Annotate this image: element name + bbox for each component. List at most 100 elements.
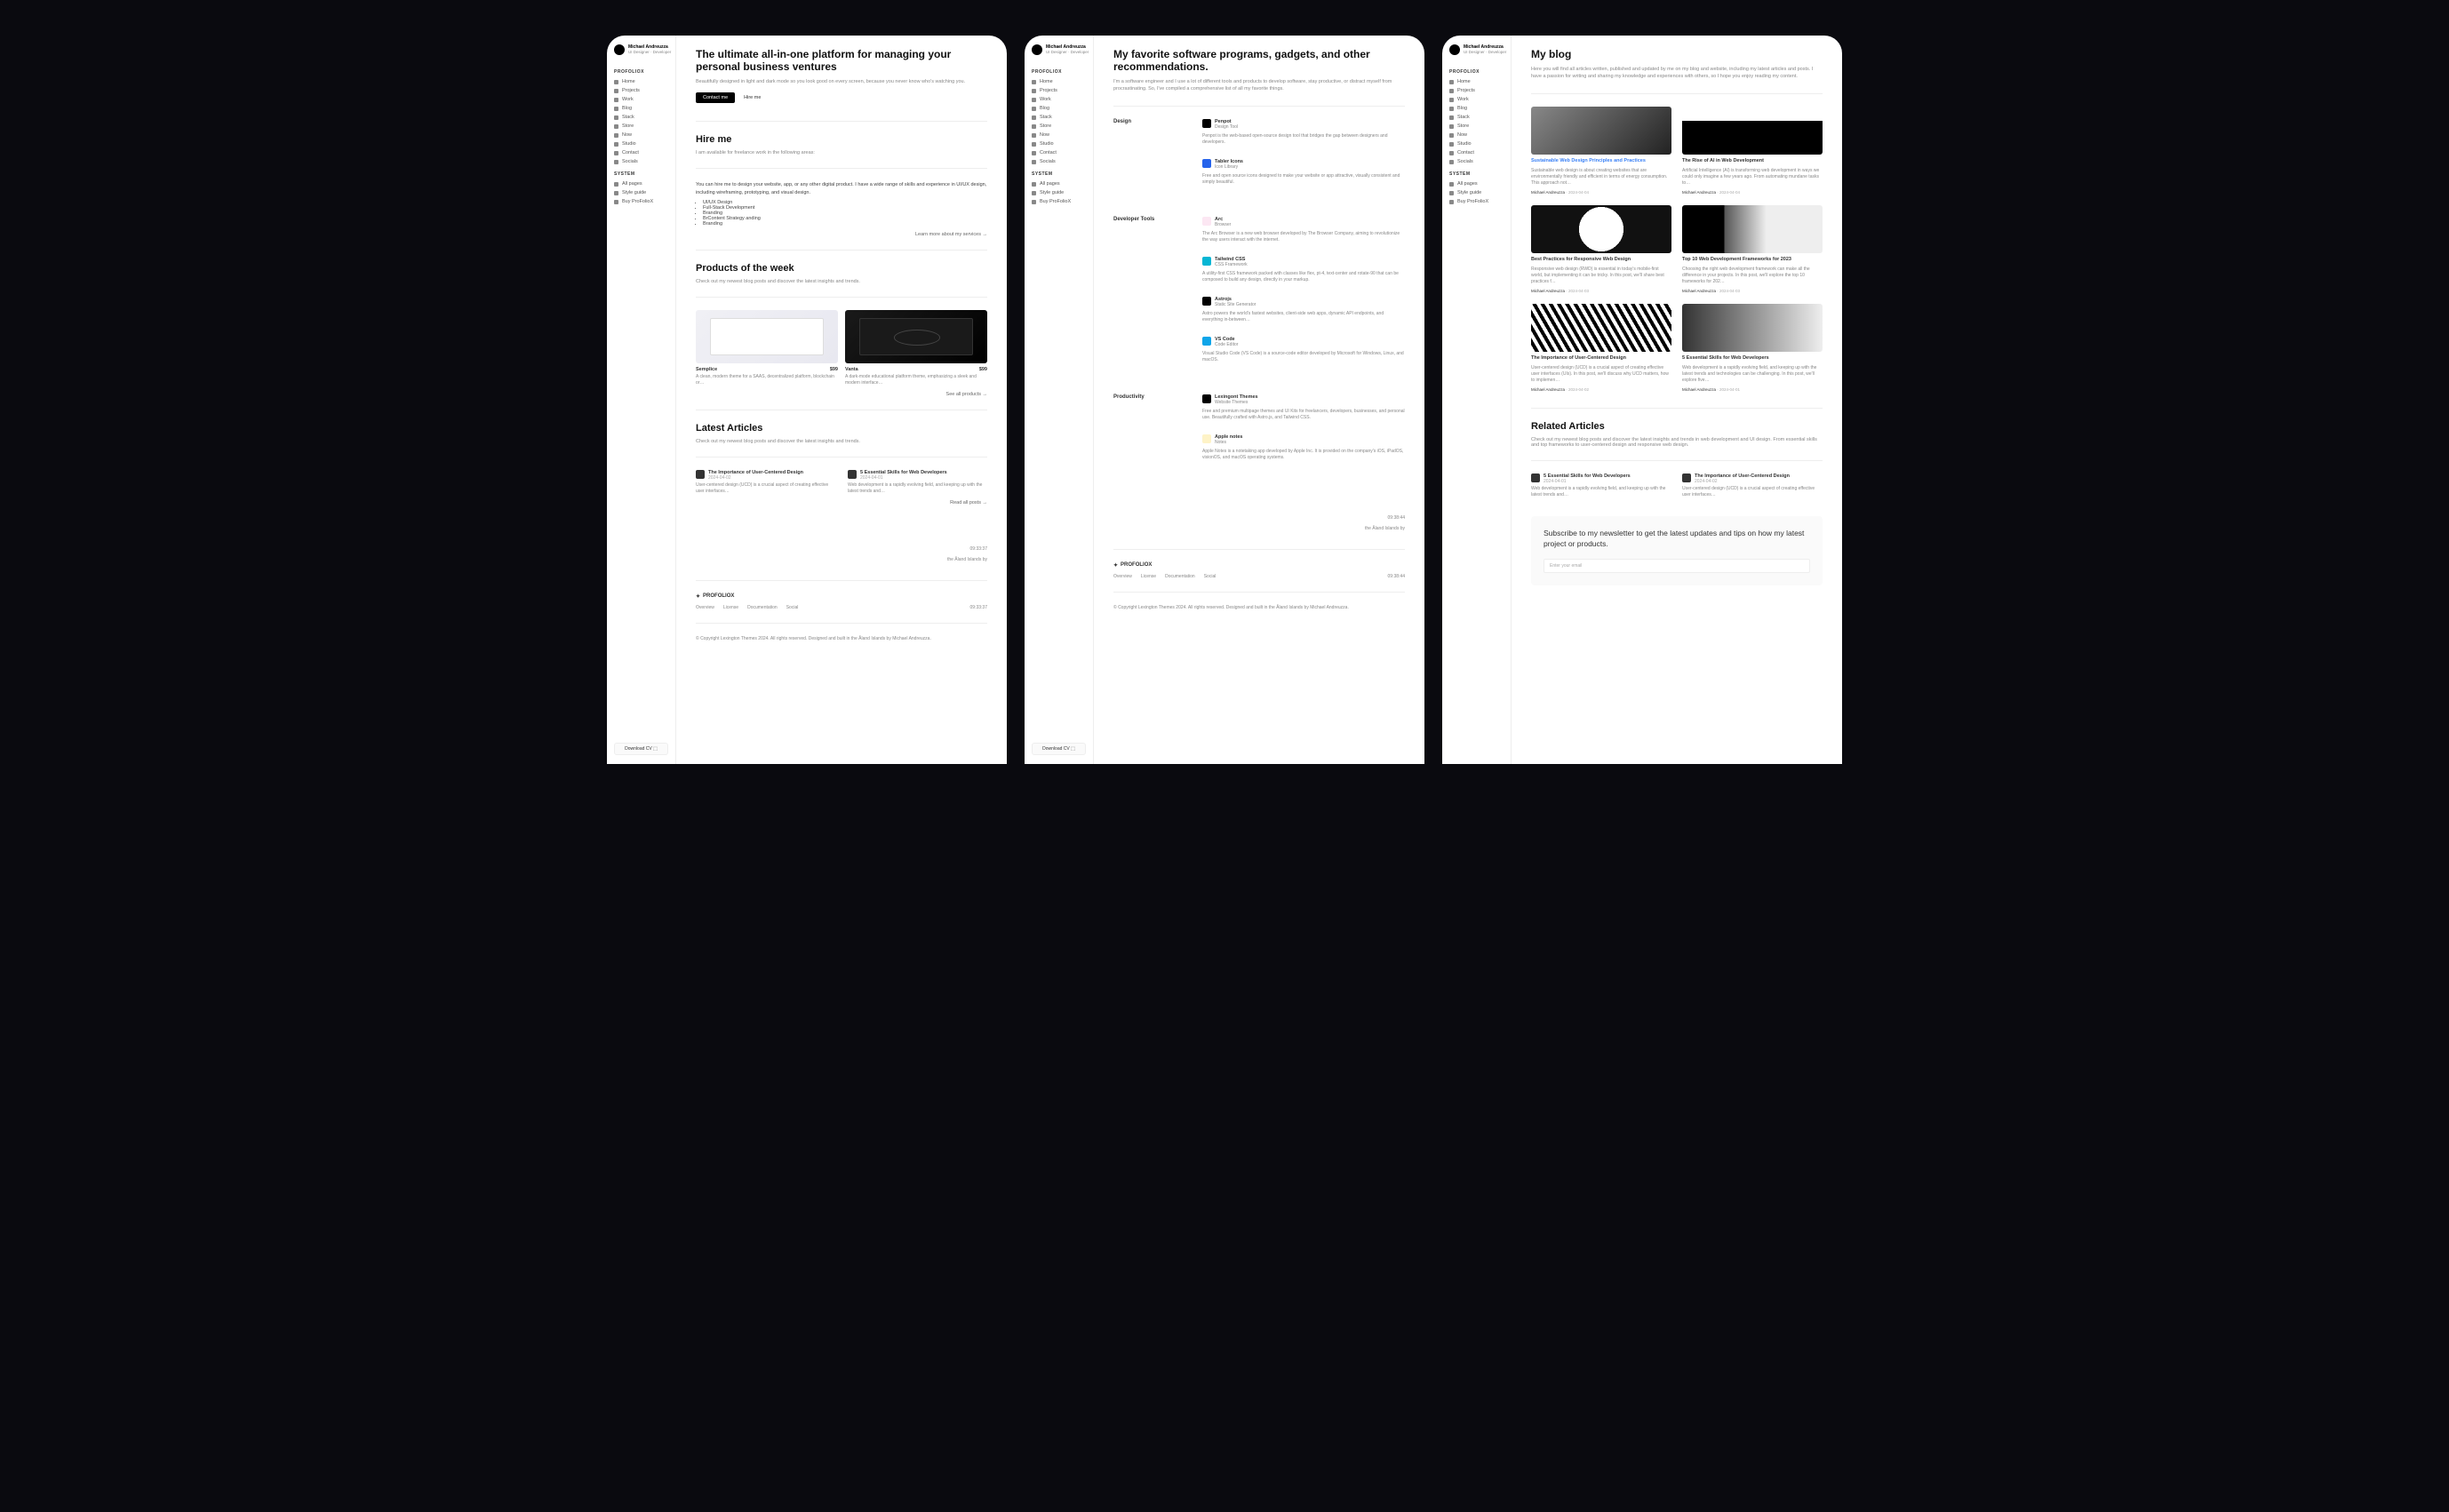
nav-item[interactable]: All pages [1032,179,1086,188]
nav-item[interactable]: All pages [1449,179,1504,188]
nav-item[interactable]: Stack [1032,113,1086,122]
nav-item[interactable]: Store [1449,122,1504,131]
nav-item[interactable]: Home [1449,77,1504,86]
nav-item[interactable]: Contact [1449,148,1504,157]
nav-item[interactable]: Contact [614,148,668,157]
nav-item[interactable]: Socials [1032,157,1086,166]
profile[interactable]: Michael Andreuzza UI Designer · Develope… [614,44,668,55]
nav-item[interactable]: Projects [614,86,668,95]
blog-grid: Sustainable Web Design Principles and Pr… [1531,107,1823,392]
blog-image [1682,304,1823,352]
related-card[interactable]: The Importance of User-Centered Design 2… [1682,473,1823,498]
stack-item[interactable]: Apple notesNotesApple Notes is a notetak… [1202,434,1405,462]
product-card[interactable]: Semplice$99 A clean, modern theme for a … [696,310,838,386]
stack-item[interactable]: Lexingont ThemesWebsite ThemesFree and p… [1202,394,1405,422]
article-card[interactable]: 5 Essential Skills for Web Developers 20… [848,470,987,495]
product-image [845,310,987,363]
main-stack: My favorite software programs, gadgets, … [1094,36,1424,764]
nav-item[interactable]: Stack [614,113,668,122]
blog-card[interactable]: The Importance of User-Centered DesignUs… [1531,304,1671,392]
profile[interactable]: Michael Andreuzza UI Designer · Develope… [1032,44,1086,55]
blog-card[interactable]: Sustainable Web Design Principles and Pr… [1531,107,1671,195]
nav-item[interactable]: Projects [1449,86,1504,95]
footer-link[interactable]: License [723,605,738,610]
blog-card[interactable]: The Rise of AI in Web DevelopmentArtific… [1682,107,1823,195]
page-title: My blog [1531,48,1823,60]
location-text: the Åland Islands by [947,557,987,562]
product-card[interactable]: Vanta$99 A dark-mode educational platfor… [845,310,987,386]
nav-icon [614,98,618,102]
footer-link[interactable]: Documentation [1165,574,1195,579]
article-thumb [696,470,705,479]
hire-button[interactable]: Hire me [738,92,766,103]
nav-item[interactable]: Work [1032,95,1086,104]
system-label: SYSTEM [614,171,668,177]
stack-item[interactable]: Tabler IconsIcon LibraryFree and open so… [1202,159,1405,187]
nav-item[interactable]: Contact [1032,148,1086,157]
category-label: Productivity [1113,394,1167,474]
footer-link[interactable]: Overview [696,605,714,610]
blog-image [1682,205,1823,253]
footer-link[interactable]: Overview [1113,574,1132,579]
nav-item[interactable]: Work [614,95,668,104]
sidebar: Michael Andreuzza UI Designer · Develope… [607,36,676,764]
nav-item[interactable]: Style guide [614,188,668,197]
nav-item[interactable]: Now [1032,131,1086,139]
download-cv-button[interactable]: Download CV ⬚ [614,743,668,755]
nav-item[interactable]: Now [1449,131,1504,139]
nav-icon [1032,151,1036,155]
frame-home: Michael Andreuzza UI Designer · Develope… [607,36,1007,764]
nav-item[interactable]: All pages [614,179,668,188]
nav-item[interactable]: Blog [1449,104,1504,113]
nav-item[interactable]: Projects [1032,86,1086,95]
stack-item[interactable]: Tailwind CSSCSS FrameworkA utility-first… [1202,257,1405,284]
contact-button[interactable]: Contact me [696,92,735,103]
stack-item[interactable]: AstrojsStatic Site GeneratorAstro powers… [1202,297,1405,324]
main-blog: My blog Here you will find all articles … [1512,36,1842,764]
nav-item[interactable]: Studio [1449,139,1504,148]
nav-item[interactable]: Buy ProFolioX [614,197,668,206]
email-input[interactable]: Enter your email [1544,559,1810,573]
nav-item[interactable]: Store [1032,122,1086,131]
footer-link[interactable]: Social [1204,574,1217,579]
footer-link[interactable]: Social [786,605,799,610]
profile[interactable]: Michael Andreuzza UI Designer · Develope… [1449,44,1504,55]
nav-icon [614,151,618,155]
download-cv-button[interactable]: Download CV ⬚ [1032,743,1086,755]
stack-item[interactable]: VS CodeCode EditorVisual Studio Code (VS… [1202,337,1405,364]
learn-more-link[interactable]: Learn more about my services → [696,232,987,237]
footer-link[interactable]: License [1141,574,1156,579]
nav-item[interactable]: Stack [1449,113,1504,122]
nav-item[interactable]: Studio [1032,139,1086,148]
nav-item[interactable]: Work [1449,95,1504,104]
nav-item[interactable]: Home [614,77,668,86]
nav-item[interactable]: Now [614,131,668,139]
blog-card[interactable]: 5 Essential Skills for Web DevelopersWeb… [1682,304,1823,392]
nav-item[interactable]: Style guide [1449,188,1504,197]
nav-item[interactable]: Studio [614,139,668,148]
stack-item[interactable]: ArcBrowserThe Arc Browser is a new web b… [1202,217,1405,244]
nav-item[interactable]: Home [1032,77,1086,86]
nav-item[interactable]: Socials [614,157,668,166]
category-label: Developer Tools [1113,217,1167,377]
nav-item[interactable]: Buy ProFolioX [1449,197,1504,206]
blog-card[interactable]: Best Practices for Responsive Web Design… [1531,205,1671,293]
article-card[interactable]: The Importance of User-Centered Design 2… [696,470,835,495]
nav-item[interactable]: Style guide [1032,188,1086,197]
nav-list: HomeProjectsWorkBlogStackStoreNowStudioC… [614,77,668,166]
nav-item[interactable]: Buy ProFolioX [1032,197,1086,206]
nav-item[interactable]: Blog [1032,104,1086,113]
footer-link[interactable]: Documentation [747,605,778,610]
page-desc: I'm a software engineer and I use a lot … [1113,78,1405,93]
stack-item[interactable]: PenpotDesign ToolPenpot is the web-based… [1202,119,1405,147]
nav-item[interactable]: Store [614,122,668,131]
blog-card[interactable]: Top 10 Web Development Frameworks for 20… [1682,205,1823,293]
avatar [614,44,625,55]
related-card[interactable]: 5 Essential Skills for Web Developers 20… [1531,473,1671,498]
all-products-link[interactable]: See all products → [696,392,987,397]
frame-blog: Michael Andreuzza UI Designer · Develope… [1442,36,1842,764]
nav-item[interactable]: Blog [614,104,668,113]
nav-icon [1032,200,1036,204]
blog-image [1531,205,1671,253]
nav-item[interactable]: Socials [1449,157,1504,166]
